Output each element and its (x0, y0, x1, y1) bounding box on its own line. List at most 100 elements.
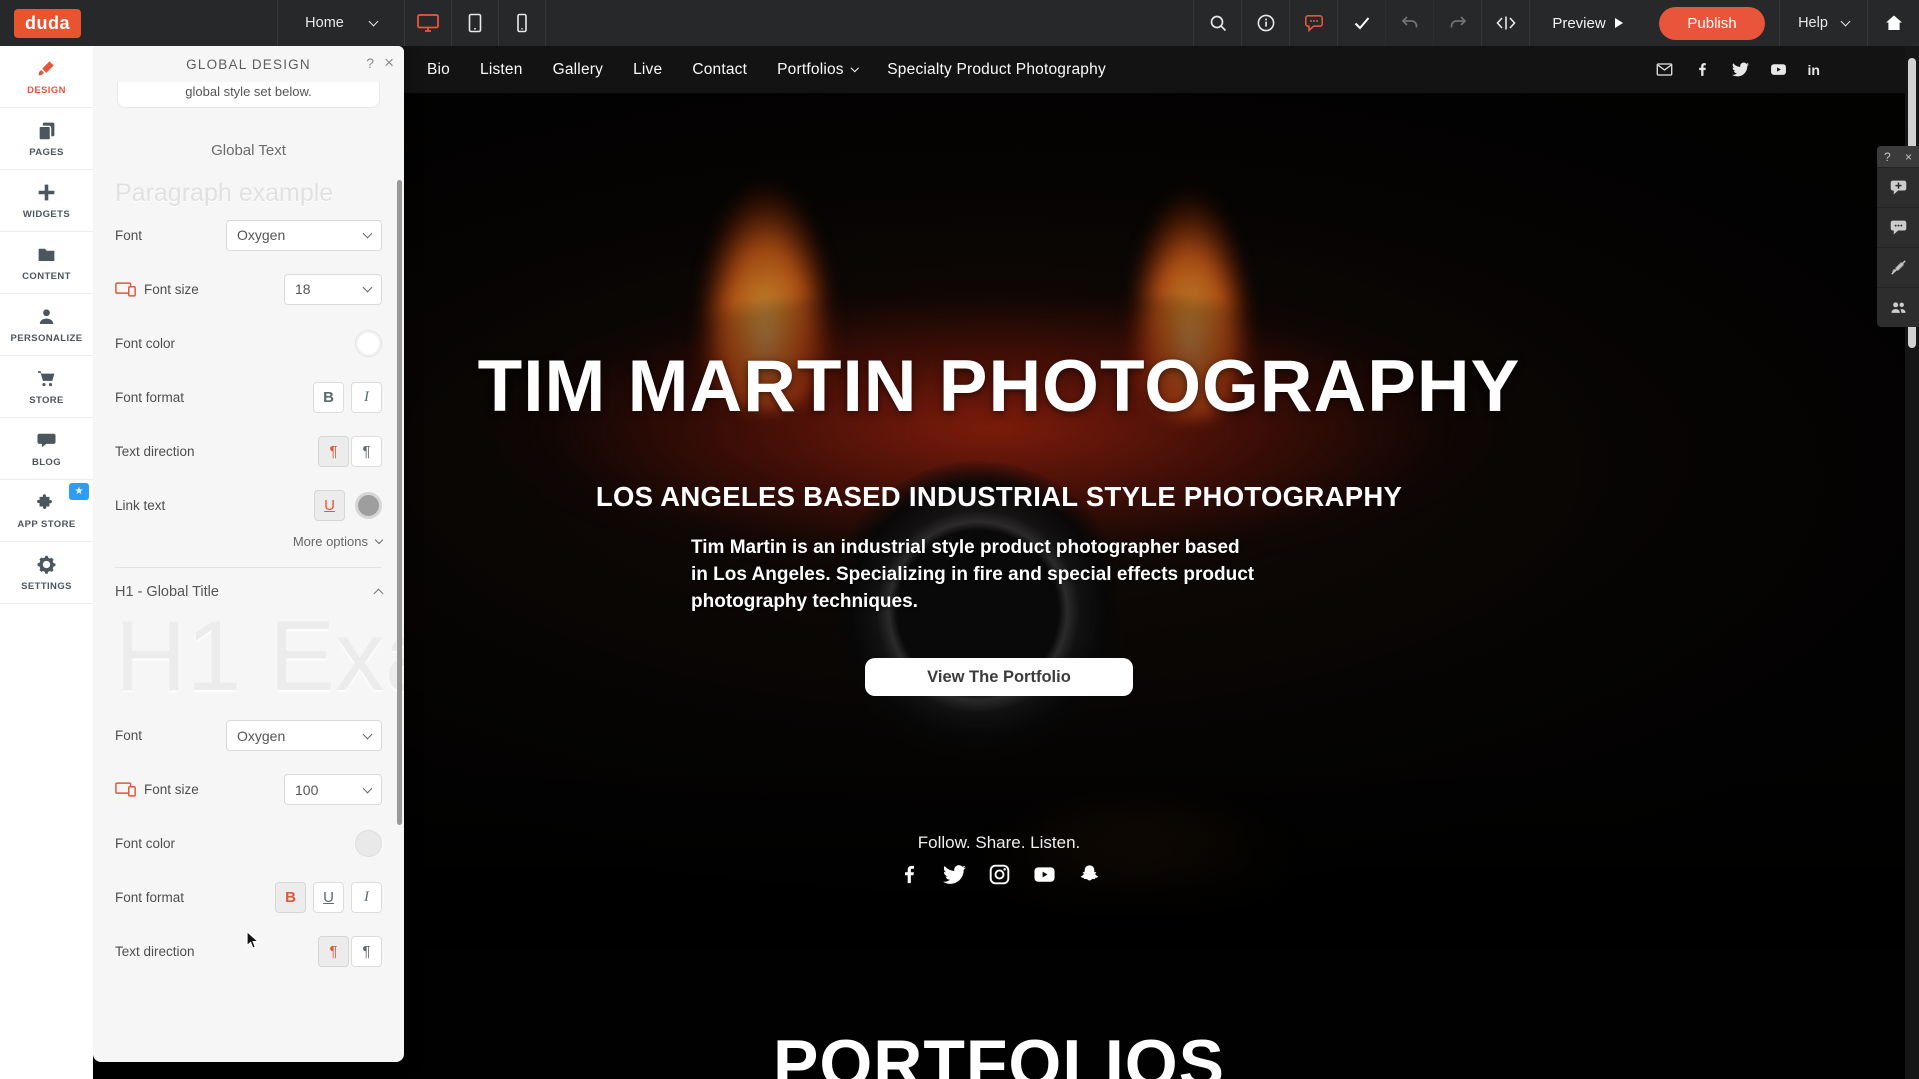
dev-mode-button[interactable] (1481, 0, 1529, 46)
panel-title: GLOBAL DESIGN (186, 57, 311, 72)
sidebar-item-design[interactable]: DESIGN (0, 46, 93, 108)
sidebar-item-app-store[interactable]: APP STORE ★ (0, 480, 93, 542)
font-color-label: Font color (115, 336, 175, 351)
italic-button[interactable]: I (351, 382, 382, 413)
speech-bubble-icon (36, 430, 57, 451)
h1-font-color-swatch[interactable] (355, 830, 382, 857)
hero-description: Tim Martin is an industrial style produc… (691, 534, 1256, 615)
feedback-icon (1304, 13, 1324, 33)
mobile-icon (512, 13, 532, 33)
view-portfolio-button[interactable]: View The Portfolio (865, 658, 1133, 696)
font-color-swatch[interactable] (355, 330, 382, 357)
global-design-panel: GLOBAL DESIGN ? × global style set below… (93, 46, 404, 1062)
close-icon[interactable]: × (1905, 150, 1912, 164)
responsive-devices-icon (115, 282, 137, 297)
twitter-icon[interactable] (943, 863, 966, 886)
device-tablet-button[interactable] (452, 0, 499, 46)
sidebar-item-personalize[interactable]: PERSONALIZE (0, 294, 93, 356)
nav-item-contact[interactable]: Contact (692, 61, 747, 79)
close-icon[interactable]: × (384, 53, 394, 73)
twitter-icon[interactable] (1732, 61, 1749, 78)
sidebar-item-blog[interactable]: BLOG (0, 418, 93, 480)
publish-cell: Publish (1645, 0, 1779, 46)
h1-bold-button[interactable]: B (275, 882, 306, 913)
facebook-icon[interactable] (1694, 61, 1711, 78)
responsive-devices-icon (115, 782, 137, 797)
email-icon[interactable] (1656, 61, 1673, 78)
feedback-button[interactable] (1289, 0, 1337, 46)
comments-icon (1889, 218, 1908, 237)
mouse-cursor (243, 930, 261, 950)
panel-help-button[interactable]: ? (366, 55, 374, 71)
approve-button[interactable] (1337, 0, 1385, 46)
direction-ltr-button[interactable]: ¶ (318, 436, 349, 467)
nav-item-bio[interactable]: Bio (427, 61, 450, 79)
hide-styles-button[interactable] (1877, 247, 1919, 287)
collaborators-button[interactable] (1877, 287, 1919, 327)
nav-item-gallery[interactable]: Gallery (553, 61, 604, 79)
comments-button[interactable] (1877, 207, 1919, 247)
more-options-link[interactable]: More options (115, 534, 382, 549)
sidebar-item-widgets[interactable]: WIDGETS (0, 170, 93, 232)
sidebar-item-label: PERSONALIZE (11, 333, 83, 344)
link-text-label: Link text (115, 498, 165, 513)
youtube-icon[interactable] (1770, 61, 1787, 78)
floating-toolbar-header: ? × (1877, 146, 1919, 167)
sidebar-item-settings[interactable]: SETTINGS (0, 542, 93, 604)
font-format-row: Font format B I (115, 370, 382, 424)
info-button[interactable] (1241, 0, 1289, 46)
h1-font-format-row: Font format B U I (115, 871, 382, 925)
pages-icon (36, 120, 57, 141)
nav-item-specialty[interactable]: Specialty Product Photography (887, 61, 1106, 79)
h1-italic-button[interactable]: I (351, 882, 382, 913)
instagram-icon[interactable] (988, 863, 1011, 886)
publish-button[interactable]: Publish (1659, 7, 1765, 40)
h1-direction-ltr-button[interactable]: ¶ (318, 936, 349, 967)
device-desktop-button[interactable] (405, 0, 452, 46)
nav-item-portfolios[interactable]: Portfolios (777, 61, 857, 79)
youtube-icon[interactable] (1033, 863, 1056, 886)
h1-font-size-select[interactable]: 100 (284, 774, 382, 805)
person-icon (36, 306, 57, 327)
direction-rtl-button[interactable]: ¶ (351, 436, 382, 467)
redo-button[interactable] (1433, 0, 1481, 46)
page-selector-dropdown[interactable]: Home (277, 0, 405, 46)
chevron-down-icon (363, 283, 373, 293)
device-mobile-button[interactable] (499, 0, 546, 46)
snapchat-icon[interactable] (1078, 863, 1101, 886)
font-size-label: Font size (115, 282, 199, 297)
topbar-right-group: Preview Publish Help (1193, 0, 1919, 46)
h1-global-title-header[interactable]: H1 - Global Title (115, 584, 382, 600)
facebook-icon[interactable] (898, 863, 921, 886)
site-nav-menu: Bio Listen Gallery Live Contact Portfoli… (427, 46, 1106, 93)
h1-underline-button[interactable]: U (313, 882, 344, 913)
panel-scrollbar-thumb[interactable] (397, 180, 402, 825)
h1-font-select[interactable]: Oxygen (226, 720, 382, 751)
font-select[interactable]: Oxygen (226, 220, 382, 251)
help-dropdown[interactable]: Help (1779, 0, 1867, 46)
nav-item-listen[interactable]: Listen (480, 61, 523, 79)
link-underline-button[interactable]: U (314, 490, 345, 521)
bold-button[interactable]: B (313, 382, 344, 413)
h1-direction-rtl-button[interactable]: ¶ (351, 936, 382, 967)
sidebar-item-pages[interactable]: PAGES (0, 108, 93, 170)
sidebar-item-store[interactable]: STORE (0, 356, 93, 418)
link-text-controls: U (314, 490, 382, 521)
sidebar-item-label: SETTINGS (21, 581, 72, 592)
tablet-icon (465, 13, 485, 33)
puzzle-icon (36, 492, 57, 513)
toolbar-help-button[interactable]: ? (1884, 150, 1891, 164)
undo-button[interactable] (1385, 0, 1433, 46)
add-comment-button[interactable] (1877, 167, 1919, 207)
dashboard-home-button[interactable] (1867, 0, 1919, 46)
preview-button[interactable]: Preview (1529, 0, 1645, 46)
linkedin-icon[interactable]: in (1808, 62, 1820, 78)
font-color-row: Font color (115, 316, 382, 370)
link-color-swatch[interactable] (355, 492, 382, 519)
search-button[interactable] (1193, 0, 1241, 46)
font-size-select[interactable]: 18 (284, 274, 382, 305)
sidebar-item-content[interactable]: CONTENT (0, 232, 93, 294)
undo-icon (1400, 13, 1420, 33)
link-text-row: Link text U (115, 478, 382, 532)
nav-item-live[interactable]: Live (633, 61, 662, 79)
